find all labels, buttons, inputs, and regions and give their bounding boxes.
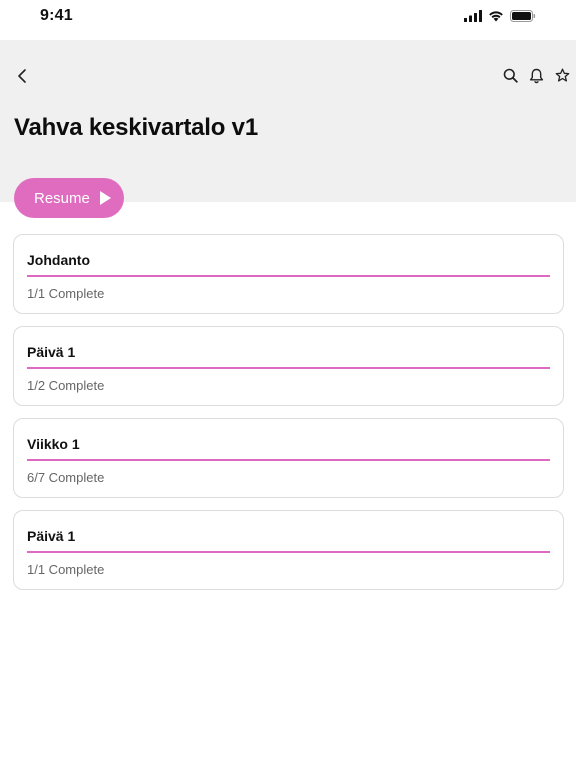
progress-bar	[27, 275, 550, 277]
resume-button-label: Resume	[34, 189, 90, 207]
progress-bar	[27, 551, 550, 553]
progress-fill	[27, 367, 550, 369]
section-card[interactable]: Päivä 1 1/2 Complete	[13, 326, 564, 406]
section-status: 1/1 Complete	[27, 562, 105, 577]
progress-bar	[27, 367, 550, 369]
search-icon	[503, 68, 518, 88]
wifi-icon	[488, 10, 504, 22]
progress-fill	[27, 551, 550, 553]
star-icon	[555, 68, 570, 88]
section-card[interactable]: Päivä 1 1/1 Complete	[13, 510, 564, 590]
status-icons	[464, 10, 536, 22]
search-button[interactable]	[502, 68, 518, 88]
resume-button[interactable]: Resume	[14, 178, 124, 218]
header-actions	[502, 68, 570, 88]
favorite-button[interactable]	[554, 68, 570, 88]
progress-bar	[27, 459, 550, 461]
section-title: Päivä 1	[27, 528, 76, 544]
section-title: Viikko 1	[27, 436, 80, 452]
cellular-signal-icon	[464, 10, 482, 22]
section-card[interactable]: Viikko 1 6/7 Complete	[13, 418, 564, 498]
section-status: 6/7 Complete	[27, 470, 105, 485]
section-card[interactable]: Johdanto 1/1 Complete	[13, 234, 564, 314]
section-title: Päivä 1	[27, 344, 76, 360]
status-time: 9:41	[40, 7, 73, 24]
progress-fill	[27, 275, 550, 277]
section-status: 1/2 Complete	[27, 378, 105, 393]
progress-fill	[27, 459, 550, 461]
page-title: Vahva keskivartalo v1	[14, 114, 258, 141]
battery-icon	[510, 10, 536, 22]
back-button[interactable]	[12, 68, 32, 88]
section-status: 1/1 Complete	[27, 286, 105, 301]
chevron-left-icon	[17, 68, 27, 89]
status-bar: 9:41	[0, 0, 576, 40]
notifications-button[interactable]	[528, 68, 544, 88]
bell-icon	[529, 68, 544, 89]
play-icon	[99, 191, 111, 205]
section-title: Johdanto	[27, 252, 90, 268]
section-list: Johdanto 1/1 Complete Päivä 1 1/2 Complete V…	[13, 234, 564, 602]
